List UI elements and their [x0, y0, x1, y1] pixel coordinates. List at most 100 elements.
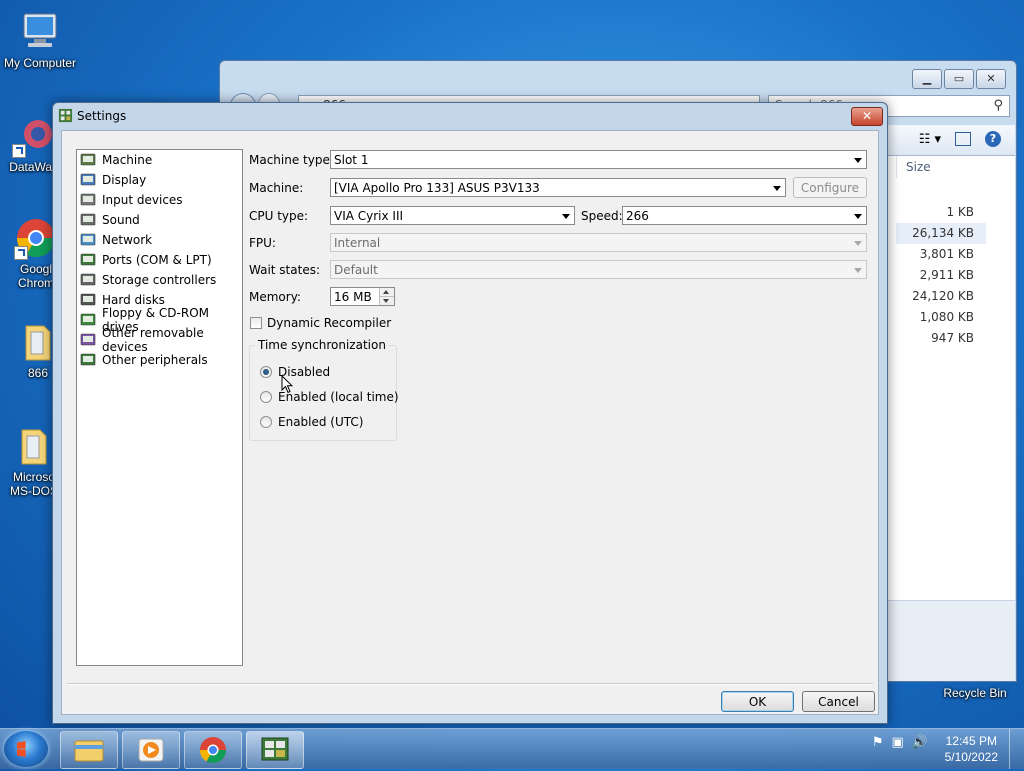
- machine-icon: [80, 152, 96, 168]
- settings-category-sound[interactable]: Sound: [77, 210, 242, 230]
- emulator-icon: [261, 737, 289, 761]
- taskbar-explorer-button[interactable]: [60, 731, 118, 769]
- settings-category-input-devices[interactable]: Input devices: [77, 190, 242, 210]
- input-devices-icon: [80, 192, 96, 208]
- desktop-icon-my-computer[interactable]: My Computer: [0, 10, 80, 70]
- settings-category-label: Storage controllers: [102, 273, 217, 287]
- maximize-button[interactable]: ▭: [944, 69, 974, 89]
- spin-down-icon[interactable]: [380, 297, 394, 305]
- dynamic-recompiler-checkbox[interactable]: [250, 317, 262, 329]
- fpu-select[interactable]: Internal: [330, 233, 867, 252]
- time-sync-option-label[interactable]: Enabled (UTC): [278, 415, 363, 429]
- fpu-label: FPU:: [249, 236, 276, 250]
- chevron-down-icon: [773, 186, 781, 191]
- chevron-down-icon: [854, 241, 862, 246]
- folder-icon: [74, 740, 104, 762]
- machine-label: Machine:: [249, 181, 304, 195]
- help-icon[interactable]: ?: [985, 131, 1001, 147]
- time-sync-radio-local-time[interactable]: [260, 391, 272, 403]
- speed-value: 266: [626, 209, 649, 223]
- dynamic-recompiler-label[interactable]: Dynamic Recompiler: [267, 316, 391, 330]
- speed-select[interactable]: 266: [622, 206, 867, 225]
- sound-icon: [80, 212, 96, 228]
- settings-category-label: Sound: [102, 213, 140, 227]
- settings-category-ports-com-lpt[interactable]: Ports (COM & LPT): [77, 250, 242, 270]
- file-size-cell[interactable]: 26,134 KB: [896, 223, 986, 244]
- computer-icon: [18, 10, 62, 54]
- dialog-title: Settings: [77, 109, 127, 123]
- media-player-icon: [138, 738, 164, 762]
- folder-icon: [12, 424, 56, 468]
- settings-category-display[interactable]: Display: [77, 170, 242, 190]
- title-bar: Settings ✕: [53, 103, 887, 129]
- spin-up-icon[interactable]: [380, 288, 394, 297]
- settings-dialog: Settings ✕ Machine Display Input devices So…: [52, 102, 888, 724]
- time-sync-option-label[interactable]: Enabled (local time): [278, 390, 399, 404]
- machine-select[interactable]: [VIA Apollo Pro 133] ASUS P3V133: [330, 178, 786, 197]
- storage-icon: [80, 272, 96, 288]
- size-column: 1 KB 26,134 KB 3,801 KB 2,911 KB 24,120 KB 1,…: [896, 202, 986, 349]
- wait-states-select[interactable]: Default: [330, 260, 867, 279]
- time-sync-title: Time synchronization: [255, 338, 389, 352]
- taskbar: ⚑ ▣ 🔊 12:45 PM 5/10/2022: [0, 728, 1024, 769]
- shortcut-arrow-icon: [12, 144, 26, 158]
- ports-icon: [80, 252, 96, 268]
- file-size-cell[interactable]: 947 KB: [896, 328, 986, 349]
- memory-stepper[interactable]: [379, 288, 394, 305]
- search-icon: ⚲: [993, 98, 1003, 113]
- settings-category-storage-controllers[interactable]: Storage controllers: [77, 270, 242, 290]
- wait-states-label: Wait states:: [249, 263, 320, 277]
- chevron-down-icon: [854, 214, 862, 219]
- file-size-cell[interactable]: 3,801 KB: [896, 244, 986, 265]
- time-sync-radio-disabled[interactable]: [260, 366, 272, 378]
- configure-button[interactable]: Configure: [793, 177, 867, 198]
- cpu-type-select[interactable]: VIA Cyrix III: [330, 206, 575, 225]
- machine-type-label: Machine type:: [249, 153, 334, 167]
- network-icon: [80, 232, 96, 248]
- chevron-down-icon: [562, 214, 570, 219]
- time-sync-radio-utc[interactable]: [260, 416, 272, 428]
- machine-type-select[interactable]: Slot 1: [330, 150, 867, 169]
- cancel-button[interactable]: Cancel: [802, 691, 875, 712]
- settings-category-machine[interactable]: Machine: [77, 150, 242, 170]
- settings-category-other-removable-devices[interactable]: Other removable devices: [77, 326, 242, 354]
- file-size-cell[interactable]: 24,120 KB: [896, 286, 986, 307]
- clock-time: 12:45 PM: [945, 734, 997, 748]
- machine-type-value: Slot 1: [334, 153, 369, 167]
- hard-disk-icon: [80, 292, 96, 308]
- settings-app-icon: [58, 108, 73, 123]
- taskbar-emulator-button[interactable]: [246, 731, 304, 769]
- memory-spinbox[interactable]: 16 MB: [330, 287, 395, 306]
- view-options-icon[interactable]: ☷ ▾: [919, 132, 941, 147]
- volume-icon[interactable]: 🔊: [912, 735, 928, 750]
- settings-category-network[interactable]: Network: [77, 230, 242, 250]
- floppy-cdrom-icon: [80, 312, 96, 328]
- wait-states-value: Default: [334, 263, 378, 277]
- file-size-cell[interactable]: 1 KB: [896, 202, 986, 223]
- file-size-cell[interactable]: 2,911 KB: [896, 265, 986, 286]
- memory-value: 16 MB: [334, 290, 372, 304]
- column-header-size[interactable]: Size: [906, 160, 931, 174]
- start-button[interactable]: [4, 731, 48, 767]
- close-button[interactable]: ✕: [976, 69, 1006, 89]
- taskbar-chrome-button[interactable]: [184, 731, 242, 769]
- preview-pane-icon[interactable]: [955, 132, 971, 146]
- settings-category-label: Network: [102, 233, 153, 247]
- settings-category-label: Display: [102, 173, 147, 187]
- file-size-cell[interactable]: 1,080 KB: [896, 307, 986, 328]
- mouse-cursor-icon: [281, 375, 293, 394]
- clock[interactable]: 12:45 PM 5/10/2022: [945, 733, 998, 765]
- dialog-close-button[interactable]: ✕: [851, 107, 883, 126]
- memory-label: Memory:: [249, 290, 301, 304]
- shortcut-arrow-icon: [14, 246, 28, 260]
- network-icon[interactable]: ▣: [892, 735, 904, 750]
- ok-button[interactable]: OK: [721, 691, 794, 712]
- taskbar-media-player-button[interactable]: [122, 731, 180, 769]
- action-center-icon[interactable]: ⚑: [872, 735, 884, 750]
- minimize-button[interactable]: ▁: [912, 69, 942, 89]
- settings-category-label: Other peripherals: [102, 353, 208, 367]
- show-desktop-button[interactable]: [1009, 729, 1024, 769]
- settings-category-label: Hard disks: [102, 293, 165, 307]
- cpu-type-label: CPU type:: [249, 209, 309, 223]
- datawag-icon: [12, 114, 56, 158]
